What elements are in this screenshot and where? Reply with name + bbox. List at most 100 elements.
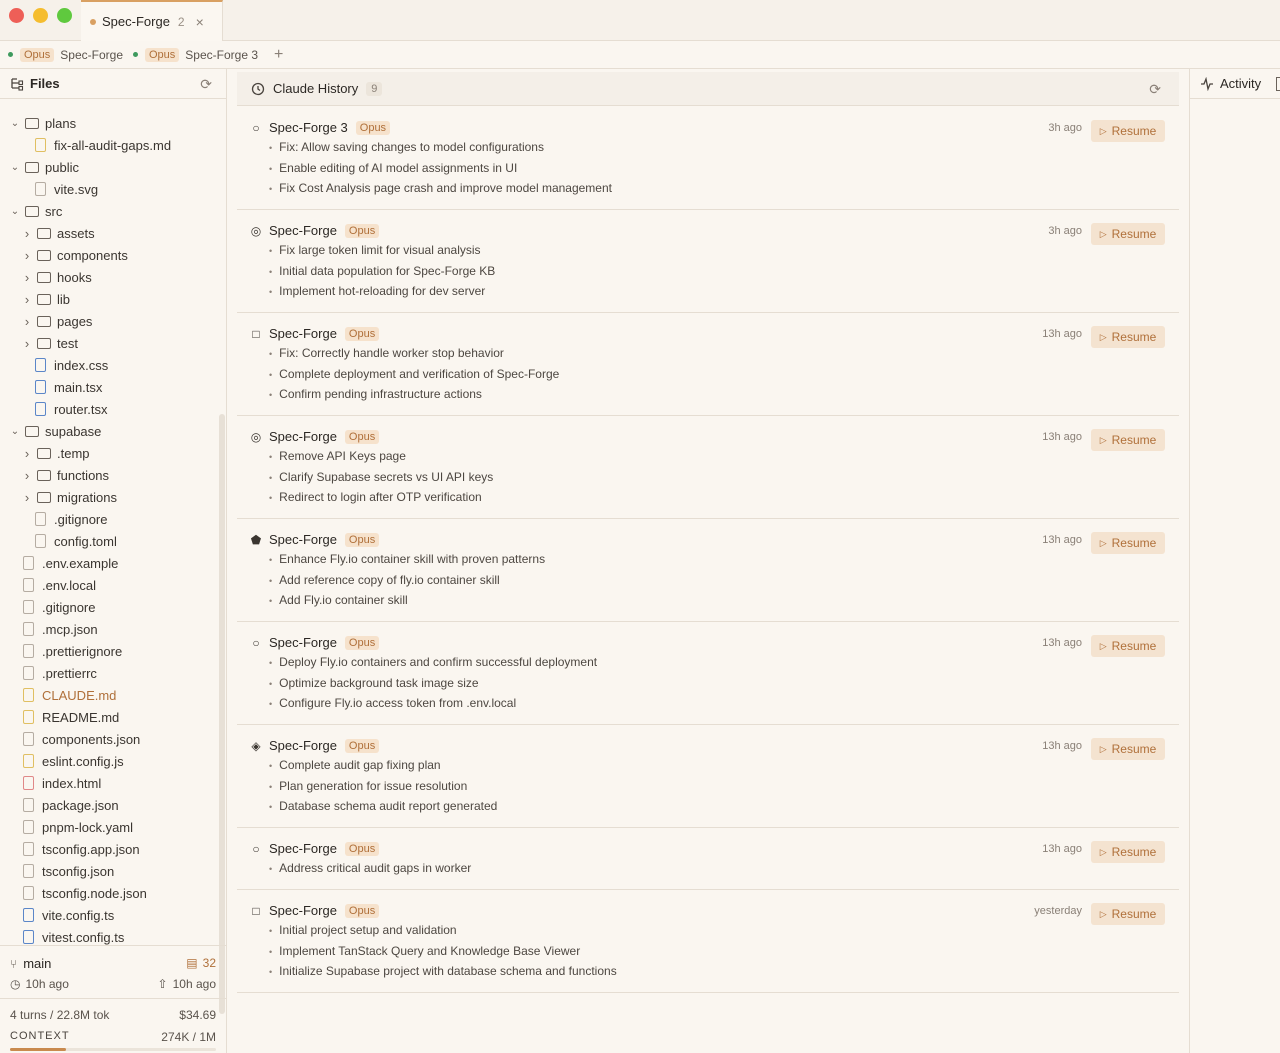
tree-file[interactable]: vite.svg [34,178,98,200]
tree-file[interactable]: tsconfig.node.json [22,882,147,904]
chevron-right-icon[interactable]: › [22,226,32,241]
chevron-right-icon[interactable]: › [22,490,32,505]
tree-file[interactable]: config.toml [34,530,117,552]
tree-file[interactable]: pnpm-lock.yaml [22,816,133,838]
chevron-right-icon[interactable]: › [22,248,32,263]
session-status-icon: □ [252,326,260,341]
chevron-right-icon[interactable]: › [22,468,32,483]
tree-folder[interactable]: › test [22,332,78,354]
tree-folder[interactable]: › .temp [22,442,90,464]
resume-button[interactable]: ▷ Resume [1091,223,1165,245]
tree-item-label: .temp [57,445,90,461]
window-tab[interactable]: Spec-Forge 2 × [81,0,223,41]
resume-button[interactable]: ▷ Resume [1091,326,1165,348]
history-card[interactable]: ◎ Spec-Forge Opus • Fix large token limit fo… [237,210,1179,313]
tree-folder[interactable]: ⌄ src [10,200,63,222]
panel-toggle-icon[interactable] [1276,77,1280,91]
tree-file[interactable]: tsconfig.json [22,860,114,882]
history-card[interactable]: ◈ Spec-Forge Opus • Complete audit gap fixin… [237,725,1179,828]
changes-indicator[interactable]: ▤ 32 [186,956,216,970]
history-card[interactable]: □ Spec-Forge Opus • Fix: Correctly handle wo… [237,313,1179,416]
tree-file[interactable]: eslint.config.js [22,750,124,772]
file-icon [34,402,48,416]
refresh-icon[interactable]: ⟳ [200,76,212,93]
tree-file[interactable]: README.md [22,706,119,728]
chevron-right-icon[interactable]: › [22,270,32,285]
tree-file[interactable]: CLAUDE.md [22,684,116,706]
tree-item-label: components.json [42,731,141,747]
tree-folder[interactable]: ⌄ public [10,156,79,178]
folder-icon [37,248,51,262]
resume-button[interactable]: ▷ Resume [1091,903,1165,925]
activity-header[interactable]: Activity [1190,69,1280,99]
tree-file[interactable]: router.tsx [34,398,107,420]
add-session-button[interactable]: + [274,46,283,64]
tree-file[interactable]: package.json [22,794,119,816]
tree-file[interactable]: vitest.config.ts [22,926,124,945]
context-value: 274K / 1M [161,1030,216,1044]
resume-button[interactable]: ▷ Resume [1091,120,1165,142]
zoom-window-button[interactable] [57,8,72,23]
history-card[interactable]: ○ Spec-Forge Opus • Deploy Fly.io containers… [237,622,1179,725]
tree-folder[interactable]: › lib [22,288,70,310]
tree-folder[interactable]: › hooks [22,266,92,288]
close-tab-icon[interactable]: × [196,14,204,30]
model-badge: Opus [145,47,180,62]
tree-file[interactable]: main.tsx [34,376,102,398]
session-tab[interactable]: Opus Spec-Forge 3 [133,47,258,62]
tree-file[interactable]: vite.config.ts [22,904,114,926]
tree-folder[interactable]: › functions [22,464,109,486]
tree-file[interactable]: components.json [22,728,140,750]
file-icon [22,820,36,834]
history-card[interactable]: ◎ Spec-Forge Opus • Remove API Keys page • Cla… [237,416,1179,519]
chevron-right-icon[interactable]: › [22,314,32,329]
session-status-icon: ◈ [251,738,261,753]
turns-text: 4 turns / 22.8M tok [10,1008,110,1022]
chevron-right-icon[interactable]: › [22,446,32,461]
tree-file[interactable]: index.css [34,354,108,376]
history-card[interactable]: ○ Spec-Forge 3 Opus • Fix: Allow saving chan… [237,107,1179,210]
resume-button[interactable]: ▷ Resume [1091,532,1165,554]
history-card[interactable]: □ Spec-Forge Opus • Initial project setup an… [237,890,1179,993]
tree-scrollbar[interactable] [219,414,225,1014]
chevron-right-icon[interactable]: › [22,336,32,351]
session-tab[interactable]: Opus Spec-Forge [8,47,123,62]
tree-folder[interactable]: › pages [22,310,93,332]
refresh-icon[interactable]: ⟳ [1149,81,1161,98]
chevron-right-icon[interactable]: › [22,292,32,307]
resume-button[interactable]: ▷ Resume [1091,635,1165,657]
tree-file[interactable]: .prettierignore [22,640,122,662]
resume-button[interactable]: ▷ Resume [1091,738,1165,760]
tree-folder[interactable]: › components [22,244,128,266]
last-commit: ◷ 10h ago [10,977,69,991]
chevron-down-icon[interactable]: ⌄ [10,206,20,217]
summary-text: Fix: Correctly handle worker stop behavi… [279,346,504,360]
close-window-button[interactable] [9,8,24,23]
history-card[interactable]: ○ Spec-Forge Opus • Address critical audit g… [237,828,1179,890]
chevron-down-icon[interactable]: ⌄ [10,426,20,437]
resume-button[interactable]: ▷ Resume [1091,429,1165,451]
tree-folder[interactable]: › assets [22,222,95,244]
tree-file[interactable]: .env.local [22,574,96,596]
bullet-icon: • [269,699,273,709]
session-name: Spec-Forge [60,47,123,62]
tree-file[interactable]: index.html [22,772,101,794]
resume-button[interactable]: ▷ Resume [1091,841,1165,863]
tree-file[interactable]: tsconfig.app.json [22,838,140,860]
minimize-window-button[interactable] [33,8,48,23]
history-card[interactable]: ⬟ Spec-Forge Opus • Enhance Fly.io container… [237,519,1179,622]
tree-file[interactable]: .gitignore [34,508,107,530]
play-icon: ▷ [1099,537,1107,548]
tree-file[interactable]: .prettierrc [22,662,97,684]
tree-folder[interactable]: ⌄ plans [10,112,76,134]
tree-folder[interactable]: › migrations [22,486,117,508]
tree-file[interactable]: .gitignore [22,596,95,618]
tree-file[interactable]: fix-all-audit-gaps.md [34,134,171,156]
chevron-down-icon[interactable]: ⌄ [10,118,20,129]
branch-indicator[interactable]: ⑂ main [10,956,51,971]
tree-file[interactable]: .mcp.json [22,618,98,640]
tree-item-label: vite.config.ts [42,907,115,923]
tree-file[interactable]: .env.example [22,552,118,574]
chevron-down-icon[interactable]: ⌄ [10,162,20,173]
tree-folder[interactable]: ⌄ supabase [10,420,102,442]
